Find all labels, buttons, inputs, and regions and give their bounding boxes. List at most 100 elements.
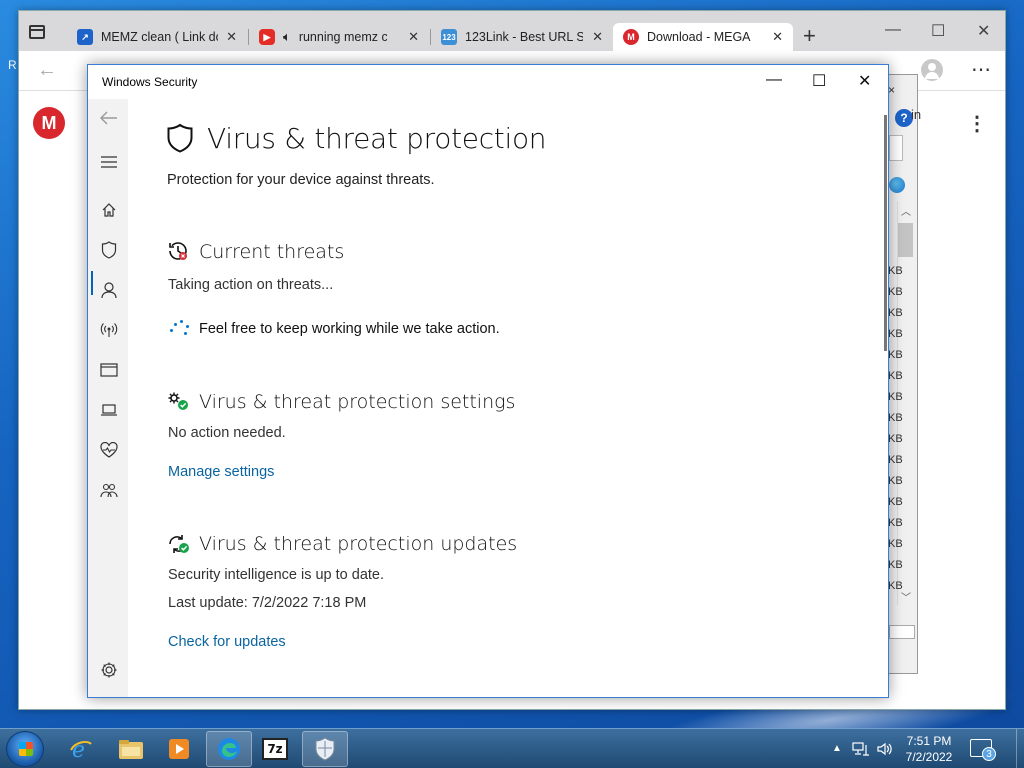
file-size-label: KB [888, 307, 903, 319]
windows-security-icon[interactable] [302, 731, 348, 767]
clock-time: 7:51 PM [906, 734, 952, 748]
tab-title: Download - MEGA [647, 30, 751, 44]
more-menu-icon[interactable]: ⋯ [971, 57, 991, 82]
close-icon[interactable]: ✕ [977, 21, 990, 41]
speaker-icon[interactable]: 🔈︎ [283, 29, 291, 45]
background-dialog: × ? in ︿ ﹀ KB KB KB KB KB KB KB KB KB KB KB KB KB KB K… [884, 74, 921, 674]
settings-ok-icon [167, 391, 191, 418]
start-button[interactable] [6, 731, 44, 767]
protection-settings-status: No action needed. [168, 425, 286, 441]
file-size-label: KB [888, 349, 903, 361]
memz-favicon-icon: ↗ [77, 29, 93, 45]
7zip-icon[interactable]: 7z [252, 731, 298, 767]
file-size-label: KB [888, 391, 903, 403]
family-options-icon[interactable] [98, 479, 120, 501]
file-size-label: KB [888, 286, 903, 298]
system-clock[interactable]: 7:51 PM 7/2/2022 [902, 733, 956, 765]
network-tray-icon[interactable] [852, 741, 870, 760]
threat-history-icon [167, 240, 189, 267]
hamburger-menu-icon[interactable] [98, 151, 120, 173]
tab-title: 123Link - Best URL Sh [465, 30, 583, 44]
file-size-label: KB [888, 559, 903, 571]
last-update-text: Last update: 7/2/2022 7:18 PM [168, 595, 367, 611]
tab-actions-icon[interactable] [29, 25, 45, 39]
active-indicator [91, 271, 93, 295]
file-size-label: KB [888, 265, 903, 277]
maximize-icon[interactable]: ☐ [812, 71, 826, 91]
file-size-label: KB [888, 412, 903, 424]
minimize-icon[interactable]: — [885, 21, 901, 39]
explorer-icon[interactable] [108, 731, 154, 767]
file-size-label: KB [888, 454, 903, 466]
tab-strip: ↗ MEMZ clean ( Link do ✕ ▶ 🔈︎ running me… [19, 11, 1005, 51]
shield-icon[interactable] [98, 239, 120, 261]
current-threats-heading: Current threats [199, 241, 345, 263]
volume-tray-icon[interactable] [876, 741, 894, 760]
close-tab-icon[interactable]: ✕ [592, 29, 603, 45]
kebab-menu-icon[interactable]: ⋮ [967, 111, 987, 136]
tab-download-mega[interactable]: M Download - MEGA ✕ [613, 23, 793, 51]
device-health-icon[interactable] [98, 439, 120, 461]
window-title: Windows Security [102, 75, 198, 89]
file-size-label: KB [888, 328, 903, 340]
close-tab-icon[interactable]: ✕ [226, 29, 237, 45]
network-icon[interactable] [98, 319, 120, 341]
close-tab-icon[interactable]: ✕ [772, 29, 783, 45]
mega-favicon-icon: M [623, 29, 639, 45]
globe-icon [889, 177, 905, 193]
tray-expand-icon[interactable]: ▲ [832, 743, 842, 754]
title-bar: Windows Security — ☐ ✕ [88, 65, 888, 99]
dialog-bottom-control[interactable] [889, 625, 915, 639]
close-tab-icon[interactable]: ✕ [408, 29, 419, 45]
update-ok-icon [167, 533, 191, 560]
desktop: R ↗ MEMZ clean ( Link do ✕ ▶ 🔈︎ running … [0, 0, 1024, 728]
media-player-icon[interactable] [156, 731, 202, 767]
profile-avatar-icon[interactable] [921, 59, 943, 81]
desktop-edge-text: R [8, 58, 17, 72]
new-tab-button[interactable]: + [803, 23, 816, 49]
file-size-label: KB [888, 496, 903, 508]
notification-badge: 3 [982, 747, 996, 761]
file-size-label: KB [888, 433, 903, 445]
protection-updates-status: Security intelligence is up to date. [168, 567, 385, 583]
123link-favicon-icon: 123 [441, 29, 457, 45]
settings-gear-icon[interactable] [98, 659, 120, 681]
edge-icon[interactable] [206, 731, 252, 767]
show-desktop-button[interactable] [1016, 729, 1024, 768]
tab-title: running memz c [298, 30, 387, 44]
protection-updates-heading: Virus & threat protection updates [199, 533, 518, 555]
file-size-label: KB [888, 517, 903, 529]
mega-logo-icon[interactable]: M [33, 107, 65, 139]
file-size-label: KB [888, 538, 903, 550]
page-title: Virus & threat protection [207, 122, 547, 155]
close-icon[interactable]: ✕ [858, 71, 871, 91]
back-arrow-icon[interactable] [98, 107, 120, 129]
file-size-label: KB [888, 580, 903, 592]
check-for-updates-link[interactable]: Check for updates [168, 634, 286, 650]
content-scrollbar[interactable] [884, 115, 887, 351]
dialog-field[interactable] [889, 135, 903, 161]
file-size-label: KB [888, 370, 903, 382]
taskbar: e 7z ▲ 7:51 PM 7/2/2022 3 [0, 728, 1024, 768]
progress-message: Feel free to keep working while we take … [199, 321, 500, 337]
back-arrow-icon[interactable]: ← [37, 59, 57, 82]
maximize-icon[interactable]: ☐ [931, 21, 945, 41]
ie-icon[interactable]: e [58, 731, 104, 767]
device-security-icon[interactable] [98, 399, 120, 421]
minimize-icon[interactable]: — [766, 71, 782, 89]
account-icon[interactable] [98, 279, 120, 301]
dialog-button-text[interactable]: in [911, 107, 921, 122]
app-browser-control-icon[interactable] [98, 359, 120, 381]
page-subtitle: Protection for your device against threa… [167, 172, 435, 188]
scrollbar-thumb[interactable] [898, 223, 913, 257]
protection-settings-heading: Virus & threat protection settings [199, 391, 516, 413]
windows-logo-icon [19, 742, 33, 756]
manage-settings-link[interactable]: Manage settings [168, 464, 274, 480]
scroll-up-icon[interactable]: ︿ [901, 203, 911, 218]
file-size-label: KB [888, 475, 903, 487]
home-icon[interactable] [98, 199, 120, 221]
dialog-close-icon[interactable]: × [888, 83, 895, 97]
tab-running-memz[interactable]: ▶ 🔈︎ running memz c ✕ [249, 23, 429, 51]
tab-123link[interactable]: 123 123Link - Best URL Sh ✕ [431, 23, 613, 51]
tab-memz-clean[interactable]: ↗ MEMZ clean ( Link do ✕ [67, 23, 247, 51]
